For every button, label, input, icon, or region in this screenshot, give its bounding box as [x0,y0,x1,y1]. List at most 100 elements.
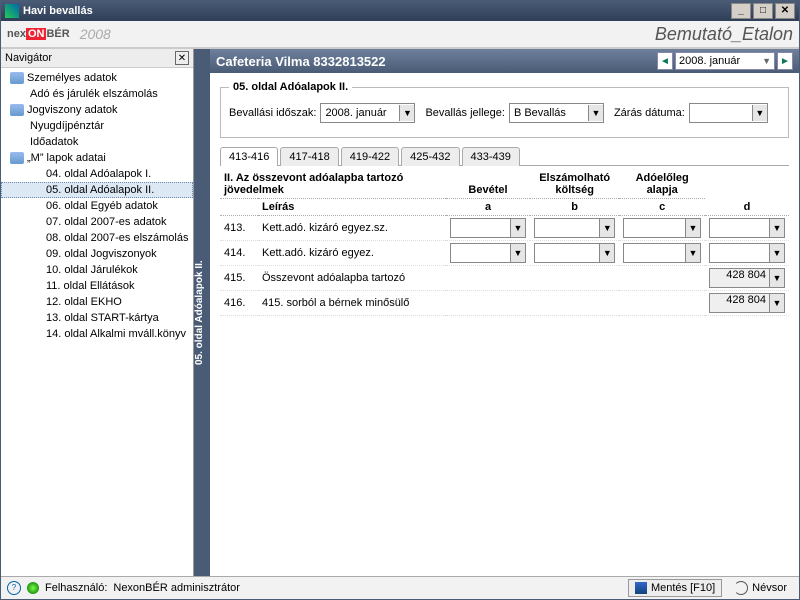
minimize-button[interactable]: _ [731,3,751,19]
brand-year: 2008 [80,26,111,42]
period-prev-button[interactable]: ◄ [657,52,673,70]
tree-item-label: 08. oldal 2007-es elszámolás [46,232,188,244]
row-number: 416. [220,291,258,316]
tree-item[interactable]: 08. oldal 2007-es elszámolás [1,230,193,246]
table-row: 413.Kett.adó. kizáró egyez.sz.▼▼▼▼ [220,216,789,241]
tree-item[interactable]: 12. oldal EKHO [1,294,193,310]
user-name: NexonBÉR adminisztrátor [113,582,240,594]
tree-item[interactable]: „M” lapok adatai [1,150,193,166]
record-title: Cafeteria Vilma 8332813522 [216,54,386,69]
tree-item-label: 06. oldal Egyéb adatok [46,200,158,212]
page-legend: 05. oldal Adóalapok II. [229,81,352,93]
value-combo[interactable]: ▼ [623,218,701,238]
col-bevetel-header: Bevétel [446,170,530,199]
save-icon [635,582,647,594]
tree-item[interactable]: Jogviszony adatok [1,102,193,118]
tree-item-label: Személyes adatok [27,72,117,84]
row-desc: Kett.adó. kizáró egyez.sz. [258,216,446,241]
save-button[interactable]: Mentés [F10] [628,579,722,597]
value-combo[interactable]: ▼ [623,243,701,263]
tree-item-label: 13. oldal START-kártya [46,312,159,324]
nevsor-button[interactable]: Névsor [728,579,793,597]
chevron-down-icon: ▼ [599,244,614,262]
col-adoeloleg-header: Adóelőleg alapja [619,170,705,199]
value-combo[interactable]: ▼ [450,243,526,263]
tree-item[interactable]: Személyes adatok [1,70,193,86]
tree-item[interactable]: 13. oldal START-kártya [1,310,193,326]
chevron-down-icon: ▼ [685,219,700,237]
col-leiras-header: Leírás [258,199,446,216]
chevron-down-icon: ▼ [762,56,771,66]
row-desc: 415. sorból a bérnek minősülő [258,291,446,316]
tree-item[interactable]: 07. oldal 2007-es adatok [1,214,193,230]
help-icon[interactable]: ? [7,581,21,595]
tree-item[interactable]: 10. oldal Járulékok [1,262,193,278]
value-combo[interactable]: ▼ [450,218,526,238]
zaras-datuma-combo[interactable]: ▼ [689,103,768,123]
value-combo[interactable]: ▼ [534,218,615,238]
period-next-button[interactable]: ► [777,52,793,70]
tree-item[interactable]: Adó és járulék elszámolás [1,86,193,102]
user-label: Felhasználó: [45,582,107,594]
range-tab[interactable]: 433-439 [462,147,520,166]
maximize-button[interactable]: □ [753,3,773,19]
tree-item-label: Jogviszony adatok [27,104,118,116]
value-combo[interactable]: ▼ [709,243,785,263]
tree-item-label: Nyugdíjpénztár [30,120,104,132]
chevron-down-icon: ▼ [752,105,767,121]
tree-item[interactable]: 09. oldal Jogviszonyok [1,246,193,262]
value-combo[interactable]: ▼ [534,243,615,263]
range-tab[interactable]: 425-432 [401,147,459,166]
range-tab[interactable]: 419-422 [341,147,399,166]
table-row: 416.415. sorból a bérnek minősülő 428 804… [220,291,789,316]
bevallas-jellege-combo[interactable]: B Bevallás ▼ [509,103,604,123]
titlebar: Havi bevallás _ □ ✕ [1,1,799,21]
period-value[interactable]: 2008. január▼ [675,52,775,70]
tree-item[interactable]: 06. oldal Egyéb adatok [1,198,193,214]
tree-item[interactable]: 05. oldal Adóalapok II. [1,182,193,198]
folder-icon [10,152,24,164]
side-tab[interactable]: 05. oldal Adóalapok II. [194,49,210,576]
user-icon [27,582,39,594]
table-row: 415.Összevont adóalapba tartozó428 804▼ [220,266,789,291]
database-name: Bemutató_Etalon [655,24,793,45]
bevallasi-idoszak-combo[interactable]: 2008. január ▼ [320,103,415,123]
period-selector: ◄ 2008. január▼ ► [657,52,793,70]
chevron-down-icon: ▼ [769,269,784,287]
folder-icon [10,104,24,116]
chevron-down-icon: ▼ [769,219,784,237]
statusbar: ? Felhasználó: NexonBÉR adminisztrátor M… [1,576,799,599]
zaras-datuma-label: Zárás dátuma: [614,107,685,119]
range-tab[interactable]: 417-418 [280,147,338,166]
col-d-letter: d [705,199,789,216]
tree-item[interactable]: 04. oldal Adóalapok I. [1,166,193,182]
row-number: 413. [220,216,258,241]
close-button[interactable]: ✕ [775,3,795,19]
tree-item-label: 11. oldal Ellátások [46,280,134,292]
tree-item[interactable]: 14. oldal Alkalmi mváll.könyv [1,326,193,342]
row-desc: Összevont adóalapba tartozó [258,266,446,291]
chevron-down-icon: ▼ [769,294,784,312]
range-tabs: 413-416417-418419-422425-432433-439 [220,146,789,166]
chevron-down-icon: ▼ [510,244,525,262]
value-combo: 428 804▼ [709,293,785,313]
refresh-icon [734,581,748,595]
tree-item-label: 10. oldal Járulékok [46,264,138,276]
range-tab[interactable]: 413-416 [220,147,278,166]
navigator-tree: Személyes adatok Adó és járulék elszámolá… [1,68,193,576]
chevron-down-icon: ▼ [588,105,603,121]
col-a-letter: a [446,199,530,216]
navigator-panel: Navigátor ✕ Személyes adatok Adó és járul… [1,49,194,576]
tree-item-label: „M” lapok adatai [27,152,106,164]
tree-item-label: Adó és járulék elszámolás [30,88,158,100]
menubar: nexONBÉR 2008 Bemutató_Etalon [1,21,799,48]
tree-item[interactable]: Nyugdíjpénztár [1,118,193,134]
navigator-close-icon[interactable]: ✕ [175,51,189,65]
navigator-title: Navigátor [5,52,52,64]
value-combo[interactable]: ▼ [709,218,785,238]
brand-logo: nexONBÉR [7,28,70,40]
tree-item[interactable]: Időadatok [1,134,193,150]
chevron-down-icon: ▼ [685,244,700,262]
tree-item[interactable]: 11. oldal Ellátások [1,278,193,294]
col-c-letter: c [619,199,705,216]
